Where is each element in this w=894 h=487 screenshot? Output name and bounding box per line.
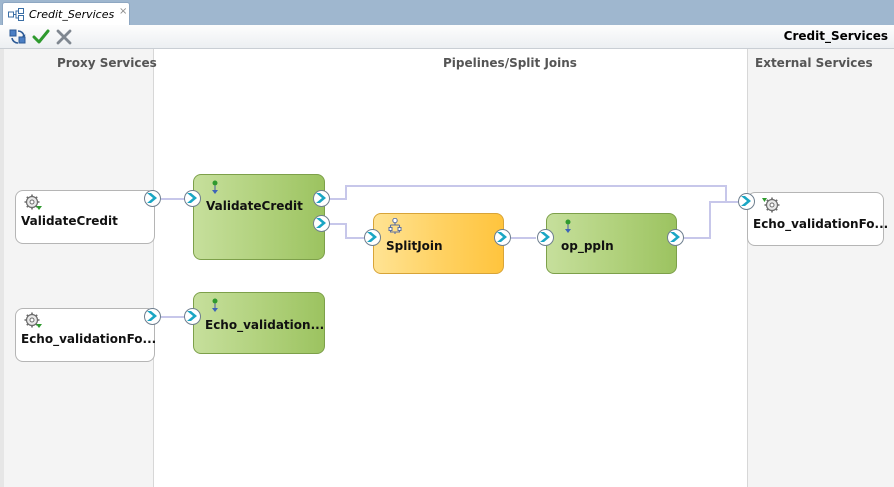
pipeline-op-ppln[interactable]: op_ppln: [546, 213, 677, 274]
proxy-service-echo-validation[interactable]: Echo_validationFo...: [15, 308, 157, 362]
chevron-right-icon: [316, 218, 326, 228]
node-label: Echo_validationFo...: [753, 217, 889, 231]
node-label: Echo_validationFo...: [21, 332, 157, 346]
port-in[interactable]: [184, 190, 201, 207]
port-out[interactable]: [144, 308, 161, 325]
service-bus-overview-icon: [8, 8, 24, 21]
chevron-right-icon: [540, 232, 550, 242]
port-in[interactable]: [738, 193, 755, 210]
chevron-right-icon: [670, 232, 680, 242]
node-label: op_ppln: [561, 239, 614, 253]
checkmark-icon[interactable]: [32, 28, 50, 46]
chevron-right-icon: [367, 232, 377, 242]
toolbar: Credit_Services: [0, 25, 894, 49]
pipeline-flow-icon: [565, 219, 571, 233]
proxy-gear-icon: [24, 194, 42, 210]
chevron-right-icon: [741, 196, 751, 206]
proxy-service-validatecredit[interactable]: ValidateCredit: [15, 190, 155, 244]
splitjoin-icon: [388, 218, 402, 234]
overview-canvas: Proxy Services Pipelines/Split Joins Ext…: [0, 49, 894, 487]
chevron-right-icon: [147, 193, 157, 203]
overview-title: Credit_Services: [783, 29, 888, 43]
chevron-right-icon: [187, 193, 197, 203]
pipeline-flow-icon: [212, 298, 218, 312]
splitjoin[interactable]: SplitJoin: [373, 213, 504, 274]
refresh-icon[interactable]: [9, 28, 27, 46]
port-in[interactable]: [364, 229, 381, 246]
chevron-right-icon: [497, 232, 507, 242]
pipeline-flow-icon: [212, 180, 218, 194]
node-label: ValidateCredit: [21, 214, 118, 228]
port-out[interactable]: [313, 190, 330, 207]
tab-credit-services[interactable]: Credit_Services ×: [2, 2, 130, 25]
tab-title: Credit_Services: [29, 8, 115, 21]
node-label: ValidateCredit: [206, 199, 303, 213]
chevron-right-icon: [147, 311, 157, 321]
tab-close-icon[interactable]: ×: [119, 6, 127, 17]
port-out[interactable]: [313, 215, 330, 232]
pipeline-validatecredit[interactable]: ValidateCredit: [193, 174, 325, 260]
port-out[interactable]: [494, 229, 511, 246]
wire-opppln-to-external: [684, 201, 738, 239]
tab-strip: Credit_Services ×: [0, 0, 894, 25]
port-in[interactable]: [184, 308, 201, 325]
chevron-right-icon: [187, 311, 197, 321]
editor-window: Credit_Services × Credit_Services Proxy …: [0, 0, 894, 487]
cancel-x-icon[interactable]: [55, 28, 73, 46]
wire-pipeline-to-splitjoin: [330, 223, 364, 239]
node-label: Echo_validation...: [205, 318, 325, 332]
port-out[interactable]: [667, 229, 684, 246]
business-service-gear-icon: [762, 197, 780, 213]
node-label: SplitJoin: [386, 239, 443, 253]
wire-pipeline-to-external: [330, 185, 738, 203]
port-out[interactable]: [144, 190, 161, 207]
port-in[interactable]: [537, 229, 554, 246]
chevron-right-icon: [316, 193, 326, 203]
pipeline-echo-validation[interactable]: Echo_validation...: [193, 292, 325, 354]
external-service-echo-validation[interactable]: Echo_validationFo...: [747, 192, 888, 246]
proxy-gear-icon: [24, 312, 42, 328]
